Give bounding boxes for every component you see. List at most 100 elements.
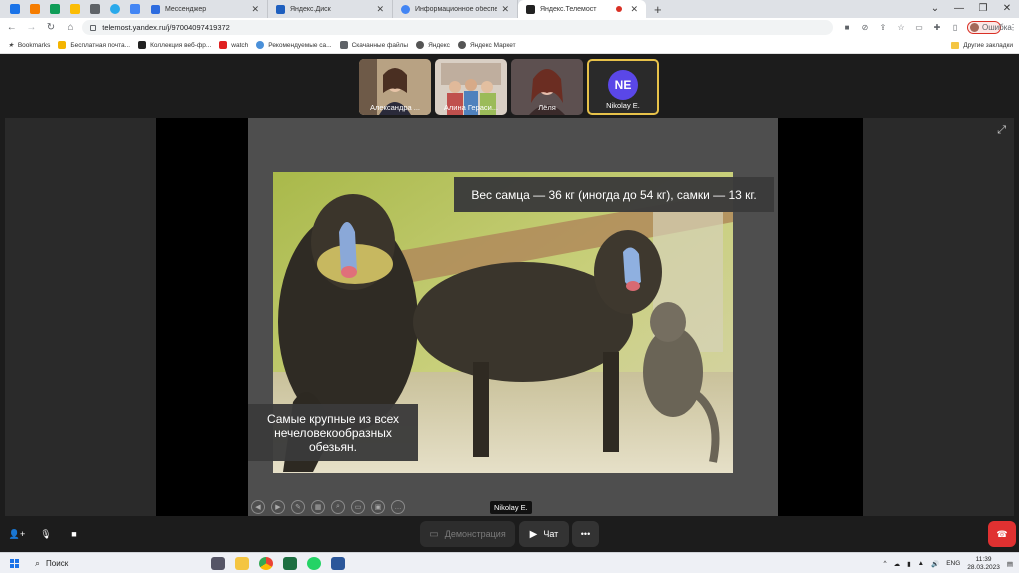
other-bookmarks[interactable]: Другие закладки bbox=[951, 37, 1013, 54]
bookmark-bookmarks[interactable]: ★ Bookmarks bbox=[8, 41, 51, 50]
close-tab-icon[interactable]: ✕ bbox=[251, 4, 259, 15]
close-tab-icon[interactable]: ✕ bbox=[630, 4, 638, 15]
language-indicator[interactable]: ENG bbox=[946, 560, 960, 567]
network-icon[interactable]: ▲ bbox=[918, 560, 924, 567]
whatsapp-icon[interactable] bbox=[307, 556, 321, 570]
camera-permission-icon[interactable]: ■ bbox=[841, 23, 853, 32]
participant-name: Александра ... bbox=[369, 103, 421, 112]
file-explorer-icon[interactable] bbox=[235, 556, 249, 570]
presentation-slide: Вес самца — 36 кг (иногда до 54 кг), сам… bbox=[248, 118, 778, 516]
taskbar-apps bbox=[211, 556, 345, 570]
volume-icon[interactable]: 🔊 bbox=[931, 560, 939, 568]
zoom-icon[interactable]: ⌕ bbox=[331, 500, 345, 514]
reading-mode-icon[interactable]: ▭ bbox=[913, 23, 925, 32]
bookmark-downloads[interactable]: Скачанные файлы bbox=[339, 41, 408, 49]
bookmark-collection[interactable]: Коллекция веб-фр... bbox=[138, 41, 211, 49]
bookmark-yandex[interactable]: Яндекс bbox=[416, 41, 450, 49]
pen-icon[interactable]: ✎ bbox=[291, 500, 305, 514]
telemost-tab-icon bbox=[526, 4, 535, 14]
camera-button[interactable]: ■ bbox=[61, 521, 87, 547]
add-user-icon: 👤+ bbox=[8, 528, 26, 539]
bookmark-star-icon[interactable]: ☆ bbox=[895, 23, 907, 32]
menu-kebab-icon[interactable]: ⋮ bbox=[1007, 23, 1019, 32]
search-label: Поиск bbox=[46, 558, 69, 568]
pinned-tab-docs-icon[interactable] bbox=[126, 2, 143, 17]
conference-area: Александра ... Алина Гераси... Лёля NE N… bbox=[0, 54, 1019, 519]
zoom-icon[interactable]: ⊘ bbox=[859, 23, 871, 32]
forward-icon[interactable]: → bbox=[24, 22, 40, 33]
pinned-tab-telegram-icon[interactable] bbox=[106, 2, 123, 17]
share-icon[interactable]: ⇪ bbox=[877, 23, 889, 32]
bookmark-label: Коллекция веб-фр... bbox=[150, 41, 212, 49]
fullscreen-icon[interactable]: ⤢ bbox=[997, 124, 1006, 137]
tab-search-icon[interactable]: ⌄ bbox=[923, 0, 947, 18]
more-options-icon[interactable]: … bbox=[391, 500, 405, 514]
lock-icon bbox=[90, 24, 97, 31]
bookmark-label: Яндекс Маркет bbox=[469, 41, 516, 49]
new-tab-button[interactable]: + bbox=[646, 2, 670, 17]
pinned-tab-keep-icon[interactable] bbox=[66, 2, 83, 17]
participant-tile-active-speaker[interactable]: NE Nikolay E. bbox=[587, 59, 659, 115]
chat-icon: ▶ bbox=[529, 528, 538, 540]
battery-icon[interactable]: ▮ bbox=[907, 560, 911, 568]
url-text: telemost.yandex.ru/j/97004097419372 bbox=[102, 23, 230, 32]
add-participant-button[interactable]: 👤+ bbox=[5, 521, 29, 547]
close-tab-icon[interactable]: ✕ bbox=[501, 4, 509, 15]
subtitle-icon[interactable]: ▭ bbox=[351, 500, 365, 514]
close-tab-icon[interactable]: ✕ bbox=[376, 4, 384, 15]
bookmark-watch[interactable]: watch bbox=[219, 41, 248, 49]
bookmark-yandex-market[interactable]: Яндекс Маркет bbox=[457, 41, 516, 49]
browser-tab-strip: Мессенджер ✕ Яндекс.Диск ✕ Информационно… bbox=[0, 0, 1019, 18]
excel-icon[interactable] bbox=[283, 556, 297, 570]
pinned-tab-blogger-icon[interactable] bbox=[26, 2, 43, 17]
tab-yandex-disk[interactable]: Яндекс.Диск ✕ bbox=[268, 0, 393, 18]
slides-grid-icon[interactable]: ▦ bbox=[311, 500, 325, 514]
pinned-tab-mail-icon[interactable] bbox=[6, 2, 23, 17]
microphone-button[interactable]: 🎙 bbox=[33, 521, 59, 547]
camera-icon[interactable]: ▣ bbox=[371, 500, 385, 514]
participant-tile[interactable]: Алина Гераси... bbox=[435, 59, 507, 115]
folder-icon bbox=[951, 42, 960, 49]
avatar: NE bbox=[608, 70, 638, 100]
next-slide-icon[interactable]: ▶ bbox=[271, 500, 285, 514]
windows-start-icon[interactable] bbox=[10, 558, 19, 568]
close-window-button[interactable]: ✕ bbox=[995, 0, 1019, 18]
participant-tile[interactable]: Александра ... bbox=[359, 59, 431, 115]
cloud-icon[interactable]: ☁ bbox=[894, 560, 901, 568]
back-icon[interactable]: ← bbox=[4, 22, 20, 33]
more-button[interactable]: ••• bbox=[572, 521, 599, 547]
chrome-icon[interactable] bbox=[259, 556, 273, 570]
microphone-icon: 🎙 bbox=[40, 528, 52, 539]
hang-up-button[interactable]: ☎ bbox=[988, 521, 1016, 547]
tab-info[interactable]: Информационное обеспечени... ✕ bbox=[393, 0, 518, 18]
task-view-icon[interactable] bbox=[211, 556, 225, 570]
home-icon[interactable]: ⌂ bbox=[63, 22, 79, 33]
bookmark-mail[interactable]: Бесплатная почта... bbox=[58, 41, 130, 49]
address-bar-row: ← → ↻ ⌂ telemost.yandex.ru/j/97004097419… bbox=[0, 18, 1019, 37]
pinned-tab-sheets-icon[interactable] bbox=[46, 2, 63, 17]
screen-share-button[interactable]: ▭ Демонстрация bbox=[420, 521, 515, 547]
bookmark-recommended[interactable]: Рекомендуемые са... bbox=[256, 41, 332, 49]
tray-expand-icon[interactable]: ^ bbox=[884, 560, 887, 567]
notifications-icon[interactable]: ▤ bbox=[1007, 560, 1013, 568]
chat-button[interactable]: ▶ Чат bbox=[519, 521, 569, 547]
clock[interactable]: 11:39 28.03.2023 bbox=[967, 556, 1000, 572]
maximize-button[interactable]: ❐ bbox=[971, 0, 995, 18]
url-input[interactable]: telemost.yandex.ru/j/97004097419372 bbox=[82, 20, 834, 35]
extensions-icon[interactable]: ✚ bbox=[931, 23, 943, 32]
pinned-tabs bbox=[0, 2, 143, 17]
tab-telemost[interactable]: Яндекс.Телемост ✕ bbox=[518, 0, 646, 18]
minimize-button[interactable]: — bbox=[947, 0, 971, 18]
profile-error-button[interactable]: Ошибка bbox=[967, 21, 1012, 34]
taskbar-search[interactable]: ⌕ Поиск bbox=[35, 558, 175, 569]
reload-icon[interactable]: ↻ bbox=[43, 22, 59, 33]
word-icon[interactable] bbox=[331, 556, 345, 570]
tab-messenger[interactable]: Мессенджер ✕ bbox=[143, 0, 268, 18]
participant-tile[interactable]: Лёля bbox=[511, 59, 583, 115]
clock-date: 28.03.2023 bbox=[967, 563, 1000, 571]
participant-name: Nikolay E. bbox=[606, 101, 640, 110]
prev-slide-icon[interactable]: ◀ bbox=[251, 500, 265, 514]
pinned-tab-store-icon[interactable] bbox=[86, 2, 103, 17]
bookmark-label: Bookmarks bbox=[17, 41, 51, 49]
side-panel-icon[interactable]: ▯ bbox=[949, 23, 961, 32]
